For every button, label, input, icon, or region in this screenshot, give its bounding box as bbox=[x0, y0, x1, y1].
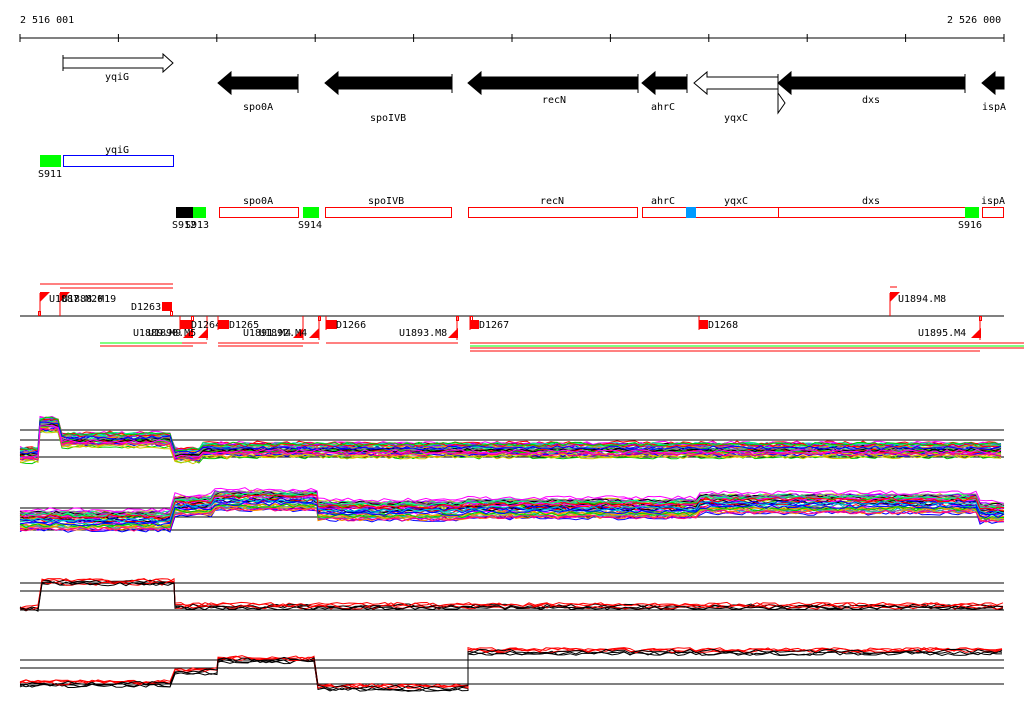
svg-text:D1268: D1268 bbox=[708, 320, 738, 331]
operon-box-spoIVB[interactable] bbox=[325, 207, 452, 218]
transcript-track: U1887.M20 U1888.M19 U1894.M8 D1263 D1264… bbox=[20, 283, 1024, 352]
ruler-end-label: 2 526 000 bbox=[947, 15, 1001, 26]
svg-text:U1888.M19: U1888.M19 bbox=[62, 294, 116, 305]
svg-text:yqxC: yqxC bbox=[724, 113, 748, 124]
svg-text:spoIVB: spoIVB bbox=[368, 196, 404, 207]
operon-box-dxs[interactable] bbox=[778, 207, 966, 218]
operon-row-1: S911 yqiG bbox=[38, 145, 174, 180]
operon-box-recN[interactable] bbox=[468, 207, 638, 218]
svg-text:yqiG: yqiG bbox=[105, 145, 129, 156]
site-S914[interactable] bbox=[303, 207, 319, 218]
gene-track: yqiG spo0A spoIVB recN ahrC yqxC dxs isp… bbox=[62, 52, 1006, 124]
svg-text:U1893.M8: U1893.M8 bbox=[399, 328, 447, 339]
operon-box-ispA[interactable] bbox=[982, 207, 1004, 218]
operon-row-2: S912 S913 spo0A S914 spoIVB recN ahrC yq… bbox=[172, 196, 1005, 231]
site-blue[interactable] bbox=[686, 207, 696, 218]
gene-ispA[interactable]: ispA bbox=[981, 70, 1006, 113]
expression-panel-2 bbox=[19, 487, 1005, 533]
site-S916[interactable] bbox=[965, 207, 979, 218]
operon-box-spo0A[interactable] bbox=[219, 207, 299, 218]
svg-text:U1894.M8: U1894.M8 bbox=[898, 294, 946, 305]
svg-text:spo0A: spo0A bbox=[243, 102, 273, 113]
svg-text:S913: S913 bbox=[185, 220, 209, 231]
gene-ahrC[interactable]: ahrC bbox=[641, 70, 688, 113]
expression-panels bbox=[19, 415, 1005, 692]
coordinate-ruler: 2 516 001 2 526 000 bbox=[19, 15, 1005, 42]
site-S912[interactable] bbox=[176, 207, 193, 218]
svg-text:ahrC: ahrC bbox=[651, 196, 675, 207]
svg-text:recN: recN bbox=[540, 196, 564, 207]
genome-browser: 2 516 001 2 526 000 yqiG spo0A spoIVB re… bbox=[19, 15, 1024, 692]
gene-dxs[interactable]: dxs bbox=[777, 70, 966, 106]
svg-text:S916: S916 bbox=[958, 220, 982, 231]
expression-panel-1 bbox=[19, 415, 1004, 465]
expression-panel-4 bbox=[19, 647, 1004, 692]
svg-text:U1890.M5: U1890.M5 bbox=[148, 328, 196, 339]
svg-text:D1266: D1266 bbox=[336, 320, 366, 331]
operon-box-yqiG[interactable] bbox=[63, 155, 174, 167]
expression-panel-3 bbox=[19, 577, 1004, 612]
svg-text:spo0A: spo0A bbox=[243, 196, 273, 207]
svg-text:U1892.M4: U1892.M4 bbox=[259, 328, 307, 339]
site-S913[interactable] bbox=[193, 207, 206, 218]
svg-text:dxs: dxs bbox=[862, 95, 880, 106]
site-S911[interactable] bbox=[40, 155, 61, 167]
gene-spo0A[interactable]: spo0A bbox=[217, 70, 299, 113]
svg-text:yqiG: yqiG bbox=[105, 72, 129, 83]
svg-text:ispA: ispA bbox=[982, 102, 1006, 113]
gene-recN[interactable]: recN bbox=[467, 70, 639, 106]
gene-spoIVB[interactable]: spoIVB bbox=[324, 70, 453, 124]
svg-text:S911: S911 bbox=[38, 169, 62, 180]
expression-trace bbox=[19, 581, 1004, 612]
expression-trace bbox=[19, 651, 1002, 692]
expression-trace bbox=[19, 650, 1003, 692]
gene-yqxC[interactable]: yqxC bbox=[693, 70, 786, 124]
svg-text:ispA: ispA bbox=[981, 196, 1005, 207]
svg-text:yqxC: yqxC bbox=[724, 196, 748, 207]
svg-text:spoIVB: spoIVB bbox=[370, 113, 406, 124]
gene-yqiG[interactable]: yqiG bbox=[62, 52, 174, 83]
ruler-start-label: 2 516 001 bbox=[20, 15, 74, 26]
svg-text:recN: recN bbox=[542, 95, 566, 106]
svg-text:dxs: dxs bbox=[862, 196, 880, 207]
svg-text:D1263: D1263 bbox=[131, 302, 161, 313]
operon-box-ahrC-yqxC[interactable] bbox=[642, 207, 779, 218]
svg-text:S914: S914 bbox=[298, 220, 322, 231]
svg-text:U1895.M4: U1895.M4 bbox=[918, 328, 966, 339]
svg-text:ahrC: ahrC bbox=[651, 102, 675, 113]
svg-text:D1267: D1267 bbox=[479, 320, 509, 331]
